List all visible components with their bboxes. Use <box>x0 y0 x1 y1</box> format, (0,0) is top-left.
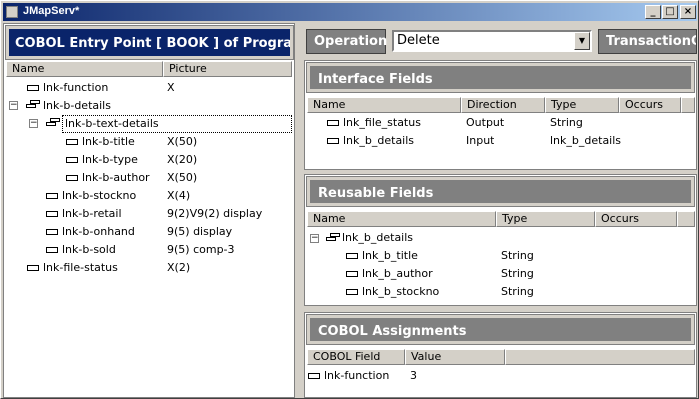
operation-select[interactable]: Delete ▼ <box>392 30 592 52</box>
interface-field-type: String <box>550 116 583 129</box>
tree-item-picture: 9(5) comp-3 <box>167 243 235 256</box>
collapse-icon[interactable]: − <box>9 101 18 110</box>
column-header-name[interactable]: Name <box>307 97 461 113</box>
tree-item-picture: X(20) <box>167 153 198 166</box>
reusable-field-name[interactable]: lnk_b_details <box>342 229 413 247</box>
column-header-occurs[interactable]: Occurs <box>595 211 677 227</box>
tree-item-name[interactable]: lnk-function <box>43 79 108 97</box>
field-icon <box>66 175 78 181</box>
collapse-icon[interactable]: − <box>310 234 319 243</box>
field-icon <box>46 193 58 199</box>
interface-field-direction: Output <box>466 116 505 129</box>
field-icon <box>346 253 358 259</box>
field-icon <box>66 157 78 163</box>
interface-field-direction: Input <box>466 134 495 147</box>
chevron-down-icon[interactable]: ▼ <box>574 32 590 50</box>
app-window: JMapServ* _ □ × COBOL Entry Point [ BOOK… <box>0 0 699 399</box>
tree-item-name[interactable]: lnk-b-author <box>82 169 150 187</box>
transaction-label: TransactionC <box>598 29 697 54</box>
tree-item-picture: X(50) <box>167 135 198 148</box>
field-icon <box>308 373 320 379</box>
column-header-value[interactable]: Value <box>405 349 505 365</box>
field-icon <box>46 229 58 235</box>
operation-bar: Operation Delete ▼ TransactionC <box>304 23 697 59</box>
interface-fields-panel: Interface Fields Name Direction Type Occ… <box>304 60 697 170</box>
app-icon <box>6 6 18 18</box>
reusable-field-type: String <box>501 249 534 262</box>
group-icon <box>26 100 40 110</box>
group-icon <box>326 233 340 243</box>
interface-fields-header: Interface Fields <box>306 62 695 93</box>
column-header-cobol-field[interactable]: COBOL Field <box>307 349 405 365</box>
tree-item-picture: X(4) <box>167 189 191 202</box>
column-header-type[interactable]: Type <box>496 211 595 227</box>
tree-item-name[interactable]: lnk-b-onhand <box>62 223 135 241</box>
column-header-picture[interactable]: Picture <box>163 61 292 77</box>
tree-item-picture: 9(5) display <box>167 225 233 238</box>
reusable-field-type: String <box>501 267 534 280</box>
column-header-type[interactable]: Type <box>545 97 619 113</box>
tree-item-name[interactable]: lnk-b-retail <box>62 205 122 223</box>
field-icon <box>327 120 339 126</box>
group-icon <box>46 118 60 128</box>
field-icon <box>27 265 39 271</box>
maximize-button[interactable]: □ <box>662 5 678 19</box>
field-icon <box>327 138 339 144</box>
tree-item-name[interactable]: lnk-b-type <box>82 151 138 169</box>
column-header-spacer <box>681 97 695 113</box>
column-header-spacer <box>677 211 695 227</box>
reusable-field-type: String <box>501 285 534 298</box>
operation-label: Operation <box>306 29 387 54</box>
operation-value: Delete <box>397 33 440 48</box>
window-title: JMapServ* <box>23 5 80 17</box>
tree-item-name[interactable]: lnk-b-details <box>43 97 111 115</box>
entry-point-title: COBOL Entry Point [ BOOK ] of Program [ … <box>15 36 293 51</box>
field-icon <box>346 289 358 295</box>
tree-item-name[interactable]: lnk-b-title <box>82 133 135 151</box>
pane-splitter[interactable] <box>296 23 303 398</box>
entry-point-header: COBOL Entry Point [ BOOK ] of Program [ … <box>5 25 294 60</box>
cobol-assignments-panel: COBOL Assignments COBOL Field Value lnk-… <box>304 312 697 398</box>
reusable-field-name[interactable]: lnk_b_title <box>362 247 418 265</box>
title-bar[interactable]: JMapServ* _ □ × <box>3 3 697 21</box>
reusable-fields-header: Reusable Fields <box>306 176 695 207</box>
column-header-occurs[interactable]: Occurs <box>619 97 681 113</box>
interface-field-type: lnk_b_details <box>550 134 622 147</box>
tree-item-name[interactable]: lnk-file-status <box>43 259 118 277</box>
collapse-icon[interactable]: − <box>29 119 38 128</box>
reusable-field-name[interactable]: lnk_b_stockno <box>362 283 439 301</box>
column-header-spacer <box>505 349 695 365</box>
interface-field-name[interactable]: lnk_file_status <box>343 114 421 132</box>
tree-item-picture: X <box>167 81 175 94</box>
close-button[interactable]: × <box>680 5 696 19</box>
column-header-direction[interactable]: Direction <box>461 97 545 113</box>
tree-item-picture: 9(2)V9(2) display <box>167 207 263 220</box>
assignment-field[interactable]: lnk-function <box>324 367 389 385</box>
reusable-fields-panel: Reusable Fields Name Type Occurs − lnk_b… <box>304 174 697 306</box>
tree-item-name[interactable]: lnk-b-text-details <box>62 115 292 133</box>
reusable-field-name[interactable]: lnk_b_author <box>362 265 433 283</box>
column-header-name[interactable]: Name <box>6 61 163 77</box>
assignment-value[interactable]: 3 <box>410 367 417 385</box>
tree-item-picture: X(50) <box>167 171 198 184</box>
field-icon <box>46 247 58 253</box>
field-icon <box>46 211 58 217</box>
field-icon <box>27 85 39 91</box>
column-header-name[interactable]: Name <box>307 211 496 227</box>
tree-item-name[interactable]: lnk-b-sold <box>62 241 116 259</box>
tree-item-picture: X(2) <box>167 261 191 274</box>
field-icon <box>66 139 78 145</box>
tree-item-name[interactable]: lnk-b-stockno <box>62 187 136 205</box>
entry-point-panel: COBOL Entry Point [ BOOK ] of Program [ … <box>3 23 295 398</box>
field-icon <box>346 271 358 277</box>
interface-field-name[interactable]: lnk_b_details <box>343 132 414 150</box>
cobol-assignments-header: COBOL Assignments <box>306 314 695 345</box>
minimize-button[interactable]: _ <box>645 5 661 19</box>
